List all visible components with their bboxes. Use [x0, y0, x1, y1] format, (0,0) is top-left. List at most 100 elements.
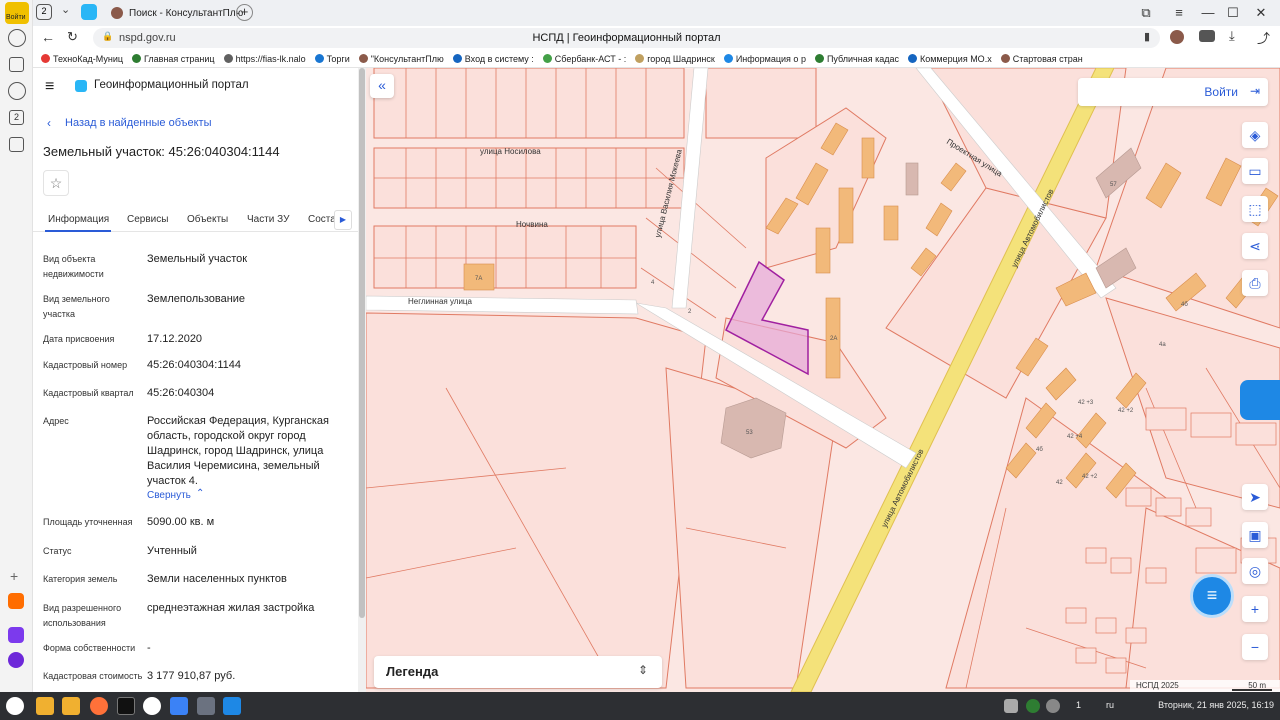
tab-objects[interactable]: Объекты	[187, 214, 228, 225]
bookmark-item[interactable]: Главная страниц	[132, 54, 215, 64]
menu-icon[interactable]: ≡	[1169, 5, 1189, 20]
profile-button[interactable]: Войти	[5, 2, 29, 24]
house-number: 57	[1110, 182, 1117, 188]
bookmark-label: "КонсультантПлю	[370, 53, 444, 64]
property-value: Учтенный	[147, 545, 197, 557]
play-icon[interactable]	[8, 82, 26, 100]
firefox-icon[interactable]	[90, 697, 108, 715]
bookmark-item[interactable]: город Шадринск	[635, 54, 715, 64]
property-value: 17.12.2020	[147, 333, 203, 345]
share-icon[interactable]: ⤴	[1257, 28, 1270, 47]
maximize-button[interactable]: ☐	[1223, 5, 1243, 21]
tab-parts[interactable]: Части ЗУ	[247, 214, 289, 225]
location-icon[interactable]: ◎	[1242, 558, 1268, 584]
app-icon[interactable]	[8, 627, 24, 643]
files-icon[interactable]	[36, 697, 54, 715]
select-area-icon[interactable]: ⬚	[1242, 196, 1268, 222]
screenshot-icon[interactable]	[9, 137, 24, 152]
print-icon[interactable]: ⎙	[1242, 270, 1268, 296]
tab-icon[interactable]	[81, 4, 97, 20]
zoom-in-button[interactable]: +	[1242, 596, 1268, 622]
map-canvas[interactable]: улица Носилова Ночвина Неглинная улица у…	[366, 68, 1280, 692]
favorite-button[interactable]: ☆	[43, 170, 69, 196]
tabs-scroll-button[interactable]: ▶	[334, 210, 352, 230]
tray-icon[interactable]	[1046, 699, 1060, 713]
scale-bar	[1232, 689, 1272, 691]
bookmark-item[interactable]: Коммерция МО.х	[908, 54, 992, 64]
scroll-thumb[interactable]	[359, 68, 365, 618]
tab-composition[interactable]: Соста	[308, 214, 336, 225]
tray-icon[interactable]	[1004, 699, 1018, 713]
lang-indicator[interactable]: ru	[1106, 700, 1114, 710]
address-bar: ← ↻ 🔒 nspd.gov.ru НСПД | Геоинформационн…	[33, 26, 1280, 50]
legend-panel[interactable]: Легенда ⇕	[374, 656, 662, 688]
hamburger-icon[interactable]: ≡	[45, 78, 54, 96]
assistant-icon[interactable]	[1240, 380, 1280, 420]
back-icon[interactable]: ←	[41, 29, 55, 45]
cadastral-map[interactable]: улица Носилова Ночвина Неглинная улица у…	[366, 68, 1280, 692]
url-field[interactable]: 🔒 nspd.gov.ru НСПД | Геоинформационный п…	[93, 28, 1160, 48]
attribution-text: НСПД 2025	[1136, 681, 1179, 690]
add-panel-icon[interactable]: +	[10, 568, 18, 584]
login-button[interactable]: Войти ⇥	[1078, 78, 1268, 106]
tray-icon[interactable]	[1026, 699, 1040, 713]
tab-consultant[interactable]: Поиск - КонсультантПлю	[103, 3, 253, 23]
property-label: Вид объекта недвижимости	[43, 254, 104, 279]
bookmark-item[interactable]: ТехноКад-Муниц	[41, 54, 123, 64]
layers-icon[interactable]: ◈	[1242, 122, 1268, 148]
start-menu-icon[interactable]	[6, 697, 24, 715]
app-icon[interactable]	[8, 593, 24, 609]
app-icon[interactable]	[197, 697, 215, 715]
tab-count-icon[interactable]: 2	[9, 110, 24, 125]
extension-icon[interactable]	[1199, 30, 1215, 42]
bookmarks-icon[interactable]: ⧉	[1136, 5, 1156, 21]
bookmark-item[interactable]: Сбербанк-АСТ - :	[542, 54, 626, 64]
house-number: 42 +2	[1082, 474, 1098, 480]
chevron-left-icon[interactable]: ‹	[47, 116, 51, 130]
collections-icon[interactable]	[9, 57, 24, 72]
chevron-updown-icon[interactable]: ⇕	[638, 663, 648, 677]
property-label: Форма собственности	[43, 643, 136, 653]
ruler-icon[interactable]: ▭	[1242, 158, 1268, 184]
bookmark-icon[interactable]: ▮	[1144, 30, 1150, 43]
app-icon[interactable]	[8, 652, 24, 668]
collapse-link[interactable]: Свернуть	[147, 490, 191, 501]
download-icon[interactable]: ⤓	[1229, 28, 1235, 44]
bookmark-item[interactable]: Стартовая стран	[1000, 54, 1083, 64]
terminal-icon[interactable]	[117, 697, 135, 715]
zoom-out-button[interactable]: −	[1242, 634, 1268, 660]
close-button[interactable]: ✕	[1251, 5, 1271, 21]
chevron-up-icon[interactable]: ⌃	[196, 488, 204, 499]
extension-icon[interactable]	[1170, 30, 1184, 44]
bookmark-item[interactable]: Публичная кадас	[814, 54, 899, 64]
navigate-icon[interactable]: ➤	[1242, 484, 1268, 510]
minimap-icon[interactable]: ▣	[1242, 522, 1268, 548]
bookmark-item[interactable]: https://fias-lk.nalo	[223, 54, 306, 64]
bookmark-item[interactable]: "КонсультантПлю	[358, 53, 444, 64]
history-icon[interactable]	[8, 29, 26, 47]
chevron-down-icon[interactable]: ⌄	[61, 3, 70, 16]
panel-scrollbar[interactable]	[358, 68, 366, 692]
tab-counter[interactable]: 2	[36, 4, 52, 20]
page-title: НСПД | Геоинформационный портал	[532, 32, 721, 44]
property-value: Земли населенных пунктов	[147, 573, 287, 585]
document-icon[interactable]	[223, 697, 241, 715]
collapse-panel-button[interactable]: «	[370, 74, 394, 98]
bookmark-item[interactable]: Вход в систему :	[452, 54, 534, 64]
back-link[interactable]: Назад в найденные объекты	[65, 117, 212, 129]
tab-services[interactable]: Сервисы	[127, 214, 168, 225]
tab-information[interactable]: Информация	[48, 214, 109, 225]
mail-icon[interactable]	[170, 697, 188, 715]
chat-button[interactable]: ≡	[1190, 574, 1234, 618]
files-icon[interactable]	[62, 697, 80, 715]
house-number: 4б	[1181, 302, 1188, 308]
bookmark-item[interactable]: Торги	[314, 54, 350, 64]
reload-icon[interactable]: ↻	[67, 29, 78, 45]
property-value: 45:26:040304:1144	[147, 359, 241, 371]
yandex-browser-icon[interactable]	[143, 697, 161, 715]
share-icon[interactable]: ⋖	[1242, 233, 1268, 259]
new-tab-button[interactable]: +	[236, 4, 253, 21]
minimize-button[interactable]: —	[1198, 5, 1218, 20]
bookmark-favicon-icon	[41, 54, 50, 63]
bookmark-item[interactable]: Информация о р	[723, 54, 806, 64]
